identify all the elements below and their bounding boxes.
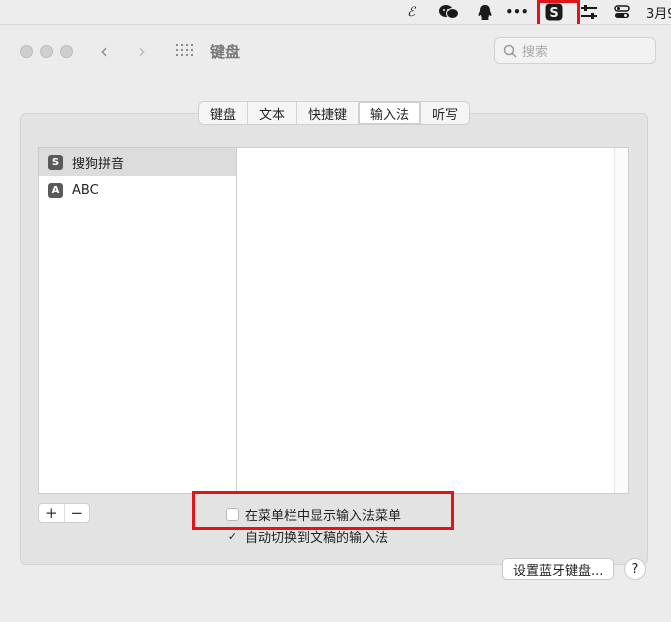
scrollbar[interactable] <box>614 148 628 493</box>
tab-text[interactable]: 文本 <box>248 102 298 124</box>
auto-switch-checkbox[interactable]: ✓ <box>226 530 239 543</box>
auto-switch-label: 自动切换到文稿的输入法 <box>245 531 389 546</box>
list-item-label: 搜狗拼音 <box>72 156 125 172</box>
tab-input-sources[interactable]: 输入法 <box>359 102 422 124</box>
input-source-detail <box>236 147 629 494</box>
show-all-grid-icon[interactable] <box>176 44 194 58</box>
auto-switch-option[interactable]: ✓ 自动切换到文稿的输入法 <box>226 527 388 546</box>
abc-icon: A <box>48 182 63 198</box>
wechat-icon[interactable] <box>436 2 462 22</box>
search-field[interactable]: 搜索 <box>494 37 656 64</box>
search-placeholder: 搜索 <box>522 45 549 60</box>
list-item-label: ABC <box>72 182 99 198</box>
add-remove-control: + − <box>38 503 90 523</box>
back-arrow-icon[interactable]: ‹ <box>100 39 108 63</box>
tab-keyboard[interactable]: 键盘 <box>199 102 249 124</box>
setup-bluetooth-keyboard-button[interactable]: 设置蓝牙键盘... <box>502 558 615 580</box>
minimize-button[interactable] <box>40 45 53 58</box>
tab-bar: 键盘 文本 快捷键 输入法 听写 <box>198 101 471 125</box>
sliders-icon[interactable] <box>578 2 600 22</box>
forward-arrow-icon[interactable]: › <box>138 39 146 63</box>
sogou-icon: S <box>48 154 63 170</box>
tab-dictation[interactable]: 听写 <box>421 102 470 124</box>
zoom-button[interactable] <box>60 45 73 58</box>
highlight-box-option <box>192 491 454 530</box>
title-bar: ‹ › 键盘 搜索 <box>0 25 671 77</box>
close-button[interactable] <box>20 45 33 58</box>
list-item-sogou[interactable]: S 搜狗拼音 <box>39 148 236 176</box>
input-source-list: S 搜狗拼音 A ABC <box>38 147 236 494</box>
list-item-abc[interactable]: A ABC <box>39 176 236 204</box>
tab-shortcuts[interactable]: 快捷键 <box>297 102 360 124</box>
search-icon <box>503 44 517 58</box>
window-title: 键盘 <box>210 43 241 61</box>
menu-date[interactable]: 3月9 <box>646 2 671 22</box>
keyboard-preferences-window: ‹ › 键盘 搜索 键盘 文本 快捷键 输入法 听写 S 搜狗拼音 A ABC … <box>0 24 671 622</box>
evernote-icon[interactable]: ℰ <box>402 2 420 22</box>
more-icon[interactable]: ••• <box>506 2 529 22</box>
qq-icon[interactable] <box>474 2 496 22</box>
remove-button[interactable]: − <box>65 504 90 522</box>
control-center-icon[interactable] <box>611 2 633 22</box>
help-button[interactable]: ? <box>624 558 646 580</box>
add-button[interactable]: + <box>39 504 65 522</box>
